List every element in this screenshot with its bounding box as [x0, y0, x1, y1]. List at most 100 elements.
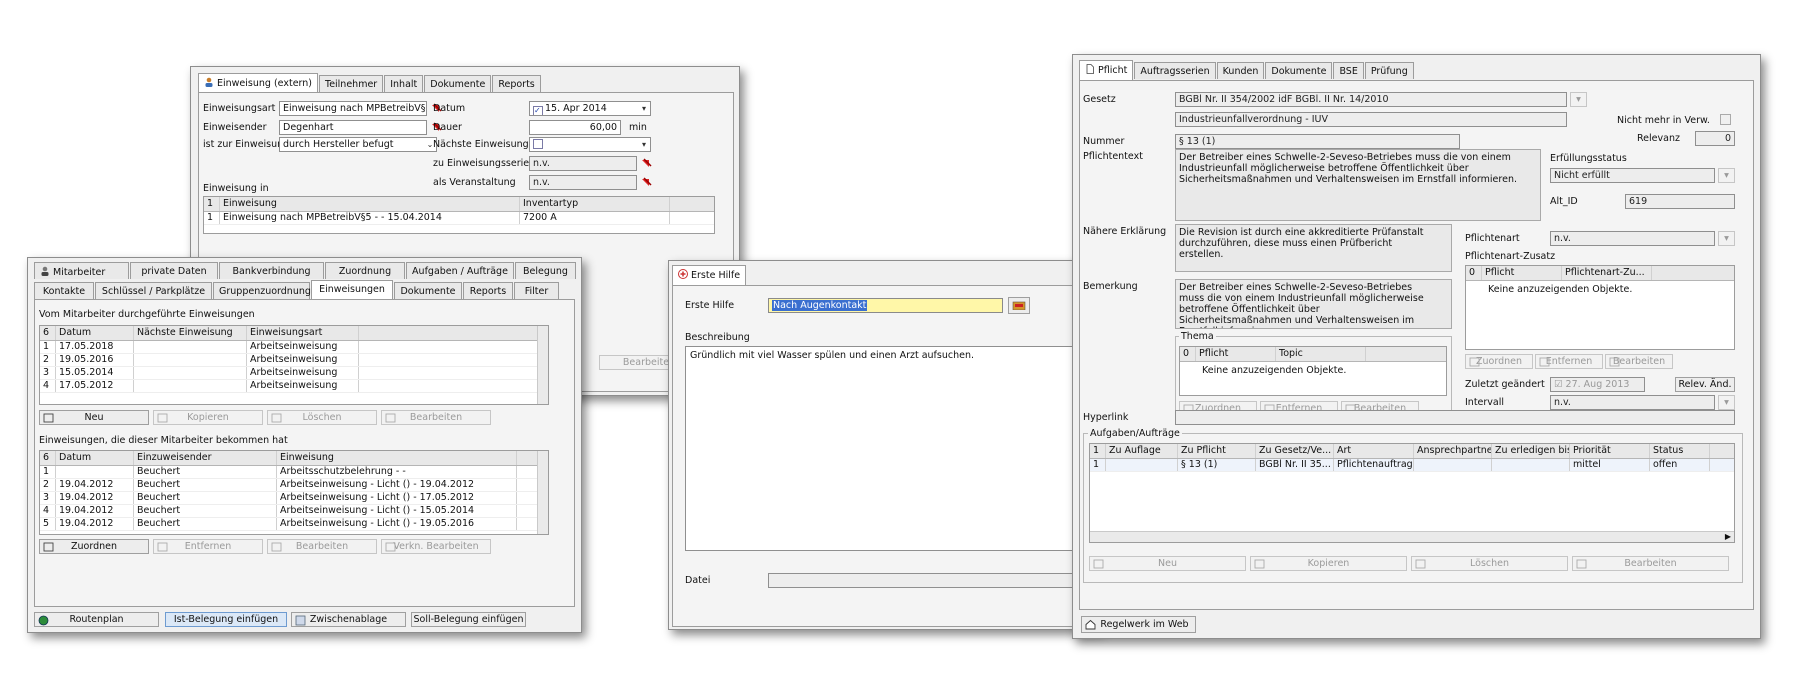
nummer-field[interactable]: § 13 (1): [1175, 134, 1460, 149]
table-row[interactable]: 3 19.04.2012 Beuchert Arbeitseinweisung - L…: [40, 492, 548, 505]
tab-erste-hilfe[interactable]: Erste Hilfe: [672, 265, 747, 285]
erste-hilfe-field[interactable]: Nach Augenkontakt: [768, 298, 1003, 313]
col-pflicht[interactable]: Pflicht: [1196, 347, 1276, 361]
kopieren-button[interactable]: Kopieren: [153, 410, 263, 425]
column-header[interactable]: Zu erledigen bis: [1492, 444, 1570, 458]
aufgabe-kopieren-button[interactable]: Kopieren: [1250, 556, 1407, 571]
table-row[interactable]: 4 19.04.2012 Beuchert Arbeitseinweisung - L…: [40, 505, 548, 518]
table-row[interactable]: 5 19.04.2012 Beuchert Arbeitseinweisung - L…: [40, 518, 548, 531]
column-header[interactable]: Status: [1650, 444, 1710, 458]
loeschen-button[interactable]: Löschen: [267, 410, 377, 425]
tab-auftragsserien[interactable]: Auftragsserien: [1134, 62, 1216, 79]
erfuellungsstatus-field[interactable]: Nicht erfüllt: [1550, 168, 1715, 183]
link-icon[interactable]: [641, 177, 652, 188]
erfuellung-lookup-button[interactable]: ▾: [1718, 168, 1735, 183]
routenplan-button[interactable]: Routenplan: [34, 612, 159, 627]
table-row[interactable]: 1 § 13 (1) BGBl Nr. II 35... Pflichtenauftr…: [1090, 459, 1734, 472]
zusatz-zuordnen-button[interactable]: Zuordnen: [1465, 354, 1533, 369]
link-icon[interactable]: [641, 158, 652, 169]
table-row[interactable]: 1 Einweisung nach MPBetreibV§5 - - 15.04…: [204, 212, 714, 225]
gesetz-lookup-button[interactable]: ▾: [1570, 92, 1587, 107]
gesetz-field[interactable]: BGBl Nr. II 354/2002 idF BGBl. II Nr. 14…: [1175, 92, 1567, 107]
tab-filter[interactable]: Filter: [514, 282, 559, 299]
hyperlink-field[interactable]: [1175, 410, 1735, 425]
verkn-bearbeiten-button[interactable]: Verkn. Bearbeiten: [381, 539, 491, 554]
tab-bankverbindung[interactable]: Bankverbindung: [219, 262, 324, 279]
tab-einweisungen[interactable]: Einweisungen: [311, 280, 393, 300]
calendar-dropdown-icon[interactable]: ▾: [639, 138, 649, 151]
einweisungsart-field[interactable]: Einweisung nach MPBetreibV§5: [279, 101, 427, 116]
dauer-field[interactable]: 60,00: [529, 120, 621, 135]
zusatz-bearbeiten-button[interactable]: Bearbeiten: [1605, 354, 1673, 369]
aufgabe-neu-button[interactable]: Neu: [1089, 556, 1246, 571]
table-row[interactable]: 2 19.04.2012 Beuchert Arbeitseinweisung - L…: [40, 479, 548, 492]
tab-pruefung[interactable]: Prüfung: [1364, 62, 1414, 79]
table-row[interactable]: 4 17.05.2012 Arbeitseinweisung: [40, 380, 548, 393]
tab-kontakte[interactable]: Kontakte: [34, 282, 94, 299]
tab-gruppenzuordnung[interactable]: Gruppenzuordnung: [213, 282, 311, 299]
regelwerk-im-web-button[interactable]: Regelwerk im Web: [1081, 616, 1196, 633]
column-header[interactable]: Art: [1334, 444, 1414, 458]
aufgabe-loeschen-button[interactable]: Löschen: [1411, 556, 1568, 571]
datei-field[interactable]: [768, 573, 1099, 588]
tab-teilnehmer[interactable]: Teilnehmer: [319, 75, 384, 92]
col-inventartyp[interactable]: Inventartyp: [520, 197, 670, 211]
tab-reports[interactable]: Reports: [463, 282, 513, 299]
relevanz-field[interactable]: 0: [1695, 131, 1735, 146]
alt-id-field[interactable]: 619: [1625, 194, 1735, 209]
zusatz-entfernen-button[interactable]: Entfernen: [1535, 354, 1603, 369]
relev-aend-button[interactable]: Relev. Änd.: [1675, 377, 1735, 392]
tab-belegung[interactable]: Belegung: [515, 262, 576, 279]
aufgabe-bearbeiten-button[interactable]: Bearbeiten: [1572, 556, 1729, 571]
tab-bse[interactable]: BSE: [1333, 62, 1364, 79]
col-topic[interactable]: Topic: [1276, 347, 1366, 361]
checkbox-icon[interactable]: [533, 139, 543, 149]
verordnung-field[interactable]: Industrieunfallverordnung - IUV: [1175, 112, 1567, 127]
horizontal-scrollbar[interactable]: ▶: [1090, 531, 1734, 542]
column-header[interactable]: Zu Gesetz/Ve...: [1256, 444, 1334, 458]
nicht-mehr-checkbox[interactable]: [1720, 114, 1731, 125]
col-einweisung[interactable]: Einweisung: [277, 451, 517, 465]
einweisungsserie-field[interactable]: n.v.: [529, 156, 637, 171]
tab-pflicht[interactable]: Pflicht: [1079, 60, 1134, 80]
col-datum[interactable]: Datum: [56, 326, 134, 340]
tab-kunden[interactable]: Kunden: [1216, 62, 1265, 79]
tab-mitarbeiter[interactable]: Mitarbeiter: [34, 262, 129, 279]
table-row[interactable]: 1 17.05.2018 Arbeitseinweisung: [40, 341, 548, 354]
scrollbar[interactable]: [537, 451, 548, 534]
ist-belegung-button[interactable]: Ist-Belegung einfügen: [165, 612, 287, 627]
zwischenablage-button[interactable]: Zwischenablage: [291, 612, 406, 627]
bearbeiten-button[interactable]: Bearbeiten: [381, 410, 491, 425]
table-row[interactable]: 3 15.05.2014 Arbeitseinweisung: [40, 367, 548, 380]
table-row[interactable]: 2 19.05.2016 Arbeitseinweisung: [40, 354, 548, 367]
ist-zur-einweisung-select[interactable]: durch Hersteller befugt: [279, 137, 437, 152]
tab-zuordnung[interactable]: Zuordnung: [325, 262, 405, 279]
tab-dokumente[interactable]: Dokumente: [1265, 62, 1333, 79]
column-header[interactable]: Ansprechpartner: [1414, 444, 1492, 458]
pflichtentext-textarea[interactable]: Der Betreiber eines Schwelle-2-Seveso-Be…: [1175, 149, 1541, 221]
neu-button[interactable]: Neu: [39, 410, 149, 425]
tab-dokumente[interactable]: Dokumente: [394, 282, 462, 299]
intervall-field[interactable]: n.v.: [1550, 395, 1715, 410]
tab-dokumente[interactable]: Dokumente: [424, 75, 492, 92]
col-naechste-einweisung[interactable]: Nächste Einweisung: [134, 326, 247, 340]
pflichtenart-field[interactable]: n.v.: [1550, 231, 1715, 246]
scrollbar[interactable]: [537, 326, 548, 404]
lookup-button[interactable]: [1008, 297, 1030, 314]
tab-reports[interactable]: Reports: [492, 75, 541, 92]
col-datum[interactable]: Datum: [56, 451, 134, 465]
col-pflicht[interactable]: Pflicht: [1482, 266, 1562, 280]
entfernen-button[interactable]: Entfernen: [153, 539, 263, 554]
bearbeiten-button[interactable]: Bearbeiten: [267, 539, 377, 554]
zuletzt-geaendert-field[interactable]: ☑ 27. Aug 2013: [1550, 377, 1645, 392]
einweisender-field[interactable]: Degenhart: [279, 120, 427, 135]
veranstaltung-field[interactable]: n.v.: [529, 175, 637, 190]
tab-aufgaben-auftraege[interactable]: Aufgaben / Aufträge: [406, 262, 514, 279]
tab-einweisung-extern[interactable]: Einweisung (extern): [198, 73, 318, 93]
tab-inhalt[interactable]: Inhalt: [384, 75, 424, 92]
col-einzuweisender[interactable]: Einzuweisender: [134, 451, 277, 465]
beschreibung-textarea[interactable]: Gründlich mit viel Wasser spülen und ein…: [685, 346, 1099, 551]
checkbox-icon[interactable]: ✓: [533, 106, 543, 115]
column-header[interactable]: Priorität: [1570, 444, 1650, 458]
calendar-dropdown-icon[interactable]: ▾: [639, 102, 649, 115]
